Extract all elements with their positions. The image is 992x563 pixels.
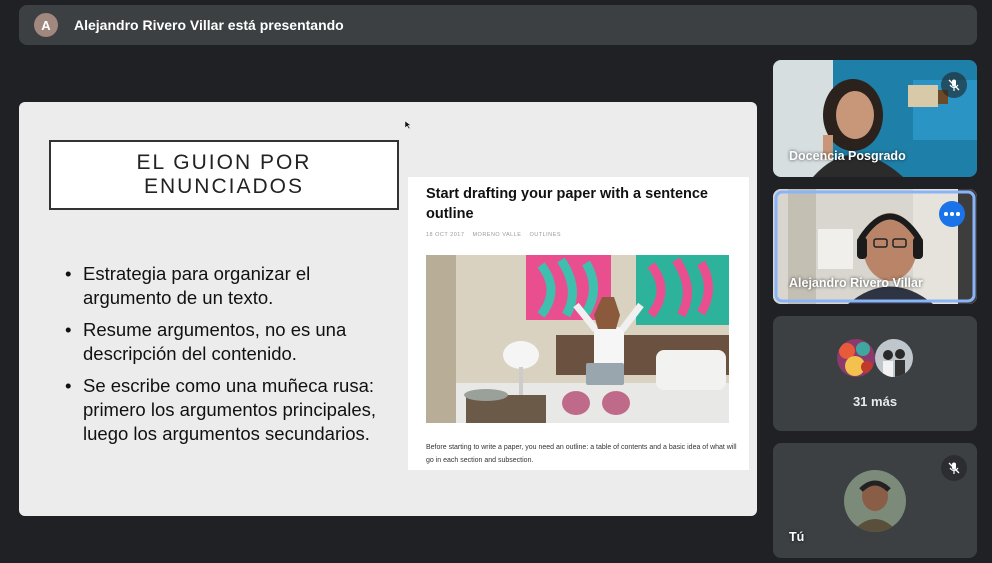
participant-avatar [837, 339, 875, 377]
participant-tile-self[interactable]: Tú [773, 443, 977, 558]
more-participants-count: 31 más [852, 394, 898, 409]
article-screenshot: Start drafting your paper with a sentenc… [408, 177, 749, 470]
presenting-status-text: Alejandro Rivero Villar está presentando [74, 17, 344, 33]
article-category: OUTLINES [529, 232, 561, 238]
presenter-avatar: A [34, 13, 58, 37]
article-meta: 18 OCT 2017 MORENO VALLE OUTLINES [426, 232, 567, 238]
bullet-item: Estrategia para organizar el argumento d… [63, 262, 383, 310]
participant-tile-docencia[interactable]: Docencia Posgrado [773, 60, 977, 177]
presentation-slide: EL GUION POR ENUNCIADOS Estrategia para … [19, 102, 757, 516]
slide-title: EL GUION POR ENUNCIADOS [49, 140, 399, 210]
article-author: MORENO VALLE [472, 232, 522, 238]
participant-name: Docencia Posgrado [789, 149, 906, 163]
mic-off-icon [941, 455, 967, 481]
slide-bullet-list: Estrategia para organizar el argumento d… [63, 262, 383, 454]
self-avatar [844, 470, 906, 532]
bullet-item: Resume argumentos, no es una descripción… [63, 318, 383, 366]
slide-title-line-2: ENUNCIADOS [143, 175, 304, 198]
article-date: 18 OCT 2017 [426, 232, 465, 238]
participant-tile-alejandro[interactable]: Alejandro Rivero Villar [773, 189, 977, 304]
article-body-text: Before starting to write a paper, you ne… [426, 444, 737, 464]
participant-name: Alejandro Rivero Villar [789, 276, 923, 290]
bullet-item: Se escribe como una muñeca rusa: primero… [63, 374, 383, 446]
cursor-icon [405, 121, 411, 129]
cartoon-bedroom-image [426, 255, 729, 423]
mic-off-icon [941, 72, 967, 98]
presentation-banner: A Alejandro Rivero Villar está presentan… [19, 5, 977, 45]
participant-tile-others[interactable]: 31 más [773, 316, 977, 431]
article-title: Start drafting your paper with a sentenc… [426, 186, 708, 222]
participant-name: Tú [789, 530, 805, 544]
more-options-icon[interactable] [939, 201, 965, 227]
slide-title-line-1: EL GUION POR [136, 151, 312, 174]
participant-avatar [875, 339, 913, 377]
article-illustration [426, 255, 729, 423]
